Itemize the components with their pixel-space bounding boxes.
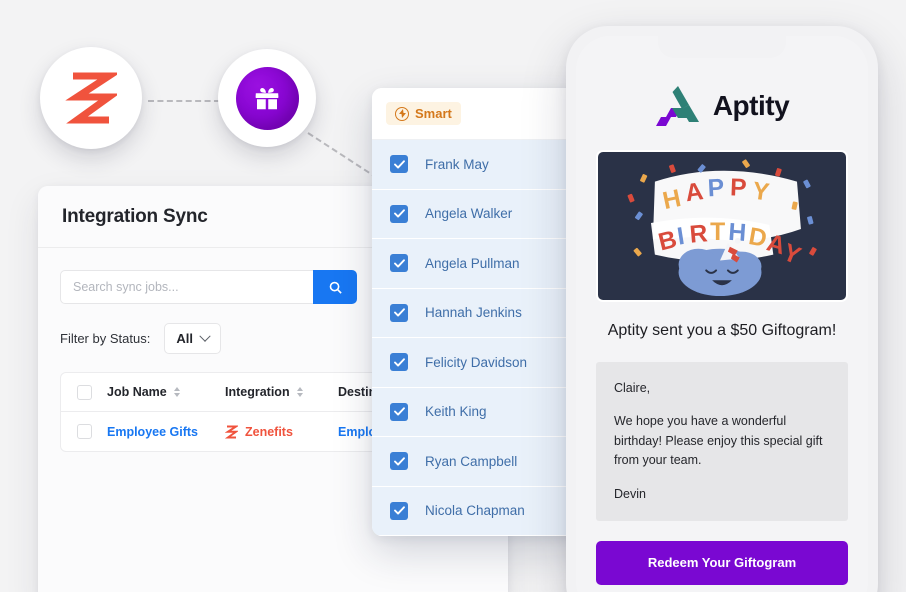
- svg-text:P: P: [707, 175, 725, 203]
- person-name: Hannah Jenkins: [425, 305, 522, 321]
- checkmark-icon: [393, 358, 405, 367]
- zenefits-logo-icon: [225, 425, 238, 438]
- column-label: Integration: [225, 385, 290, 399]
- brand-name: Aptity: [712, 90, 790, 121]
- gift-headline: Aptity sent you a $50 Giftogram!: [607, 322, 837, 339]
- checkmark-icon: [393, 457, 405, 466]
- zenefits-logo-icon: [65, 72, 117, 124]
- person-checkbox[interactable]: [390, 303, 408, 322]
- page-title: Integration Sync: [62, 205, 208, 227]
- person-name: Nicola Chapman: [425, 503, 525, 519]
- cell-integration[interactable]: Zenefits: [225, 425, 338, 439]
- person-name: Felicity Davidson: [425, 354, 528, 370]
- filter-label: Filter by Status:: [60, 331, 151, 346]
- select-all-cell[interactable]: [61, 384, 107, 400]
- gift-disc: [235, 66, 299, 130]
- checkmark-icon: [393, 506, 405, 515]
- phone-notch: [658, 36, 786, 58]
- svg-text:R: R: [689, 220, 709, 248]
- note-body: We hope you have a wonderful birthday! P…: [614, 414, 823, 468]
- status-filter-select[interactable]: All: [164, 323, 221, 354]
- person-name: Angela Walker: [425, 206, 513, 222]
- employee-list-panel: Smart Frank May Angela Walker Angela Pullm…: [372, 88, 592, 536]
- lightning-bolt-icon: [395, 106, 409, 121]
- list-item[interactable]: Angela Pullman: [372, 239, 592, 289]
- search-button[interactable]: [313, 270, 357, 304]
- zenefits-source-icon-circle: [40, 47, 142, 149]
- integration-label: Zenefits: [245, 424, 293, 439]
- dashed-connector-line-horizontal: [148, 100, 220, 102]
- column-header-integration[interactable]: Integration: [225, 385, 338, 399]
- checkmark-icon: [393, 308, 405, 317]
- list-item[interactable]: Ryan Campbell: [372, 437, 592, 487]
- redeem-button[interactable]: Redeem Your Giftogram: [596, 540, 848, 585]
- person-name: Frank May: [425, 156, 489, 172]
- person-checkbox[interactable]: [390, 254, 408, 273]
- column-header-job-name[interactable]: Job Name: [107, 385, 225, 399]
- gift-note: Claire, We hope you have a wonderful bir…: [596, 362, 848, 521]
- svg-text:P: P: [730, 174, 747, 202]
- gift-box-icon: [255, 88, 279, 110]
- person-checkbox[interactable]: [390, 353, 408, 372]
- aptity-logo-icon: [655, 86, 699, 126]
- status-filter-value: All: [176, 331, 193, 346]
- person-name: Keith King: [425, 404, 487, 420]
- status-badge[interactable]: Smart: [386, 102, 461, 125]
- person-name: Angela Pullman: [425, 255, 520, 271]
- search-input[interactable]: [60, 270, 313, 304]
- sort-arrows-icon[interactable]: [173, 387, 180, 397]
- smart-badge-label: Smart: [415, 106, 452, 121]
- row-select-cell[interactable]: [61, 424, 107, 439]
- person-checkbox[interactable]: [390, 501, 408, 520]
- smart-bar: Smart: [372, 88, 592, 140]
- happy-birthday-illustration: H A P P Y B I R T H D A Y: [603, 152, 841, 300]
- list-item[interactable]: Angela Walker: [372, 189, 592, 239]
- person-checkbox[interactable]: [390, 204, 408, 223]
- people-rows: Frank May Angela Walker Angela Pullman Hann…: [372, 140, 592, 536]
- list-item[interactable]: Frank May: [372, 140, 592, 190]
- person-checkbox[interactable]: [390, 452, 408, 471]
- checkmark-icon: [393, 209, 405, 218]
- phone-screen: Aptity H A P P Y B I R T H D A Y Aptity …: [576, 36, 868, 592]
- birthday-card-image: H A P P Y B I R T H D A Y: [596, 150, 848, 302]
- checkmark-icon: [393, 259, 405, 268]
- cell-job-name[interactable]: Employee Gifts: [107, 425, 225, 439]
- column-label: Job Name: [107, 385, 167, 399]
- list-item[interactable]: Hannah Jenkins: [372, 288, 592, 338]
- checkmark-icon: [393, 407, 405, 416]
- chevron-down-icon: [199, 330, 211, 342]
- person-checkbox[interactable]: [390, 155, 408, 174]
- list-item[interactable]: Keith King: [372, 387, 592, 437]
- row-checkbox[interactable]: [76, 424, 92, 439]
- sort-arrows-icon[interactable]: [296, 387, 303, 397]
- search-row: [60, 270, 357, 304]
- svg-text:T: T: [710, 219, 725, 246]
- person-checkbox[interactable]: [390, 402, 408, 421]
- person-name: Ryan Campbell: [425, 453, 518, 469]
- giftogram-target-icon-circle: [218, 49, 316, 147]
- list-item[interactable]: Felicity Davidson: [372, 338, 592, 388]
- select-all-checkbox[interactable]: [76, 384, 92, 400]
- phone-mockup: Aptity H A P P Y B I R T H D A Y Aptity …: [566, 26, 878, 592]
- search-icon: [329, 281, 342, 294]
- screenshot-stage: Integration Sync Filter by Status: All: [0, 0, 906, 592]
- note-greeting: Claire,: [614, 381, 651, 395]
- note-signature: Devin: [614, 486, 646, 501]
- checkmark-icon: [393, 160, 405, 169]
- list-item[interactable]: Nicola Chapman: [372, 486, 592, 536]
